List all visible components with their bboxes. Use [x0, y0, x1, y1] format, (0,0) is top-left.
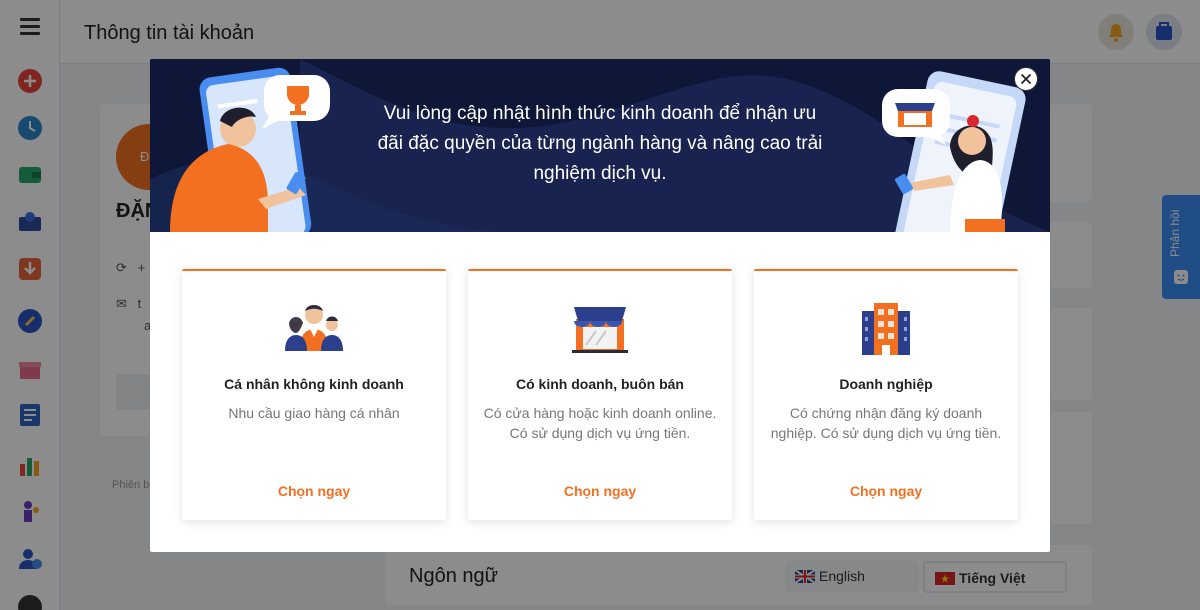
- option-card-enterprise[interactable]: Doanh nghiệp Có chứng nhận đăng ký doanh…: [754, 269, 1018, 520]
- close-icon: [1020, 73, 1032, 85]
- choose-now-button[interactable]: Chọn ngay: [836, 483, 936, 499]
- business-type-modal: Vui lòng cập nhật hình thức kinh doanh đ…: [150, 59, 1050, 552]
- building-icon: [862, 303, 910, 355]
- option-title: Có kinh doanh, buôn bán: [516, 376, 684, 392]
- option-description: Nhu cầu giao hàng cá nhân: [228, 405, 400, 421]
- option-description: Có chứng nhận đăng ký doanh nghiệp. Có s…: [770, 405, 1002, 441]
- choose-now-button[interactable]: Chọn ngay: [264, 483, 364, 499]
- close-button[interactable]: [1014, 67, 1038, 91]
- option-card-business[interactable]: Có kinh doanh, buôn bán Có cửa hàng hoặc…: [468, 269, 732, 520]
- choose-now-button[interactable]: Chọn ngay: [550, 483, 650, 499]
- option-description: Có cửa hàng hoặc kinh doanh online. Có s…: [483, 405, 717, 441]
- option-title: Doanh nghiệp: [839, 376, 933, 392]
- shop-icon: [572, 307, 628, 353]
- option-card-personal[interactable]: Cá nhân không kinh doanh Nhu cầu giao hà…: [182, 269, 446, 520]
- people-icon: [285, 305, 343, 351]
- option-title: Cá nhân không kinh doanh: [224, 376, 404, 392]
- banner-message: Vui lòng cập nhật hình thức kinh doanh đ…: [377, 103, 823, 184]
- modal-banner: Vui lòng cập nhật hình thức kinh doanh đ…: [150, 59, 1050, 232]
